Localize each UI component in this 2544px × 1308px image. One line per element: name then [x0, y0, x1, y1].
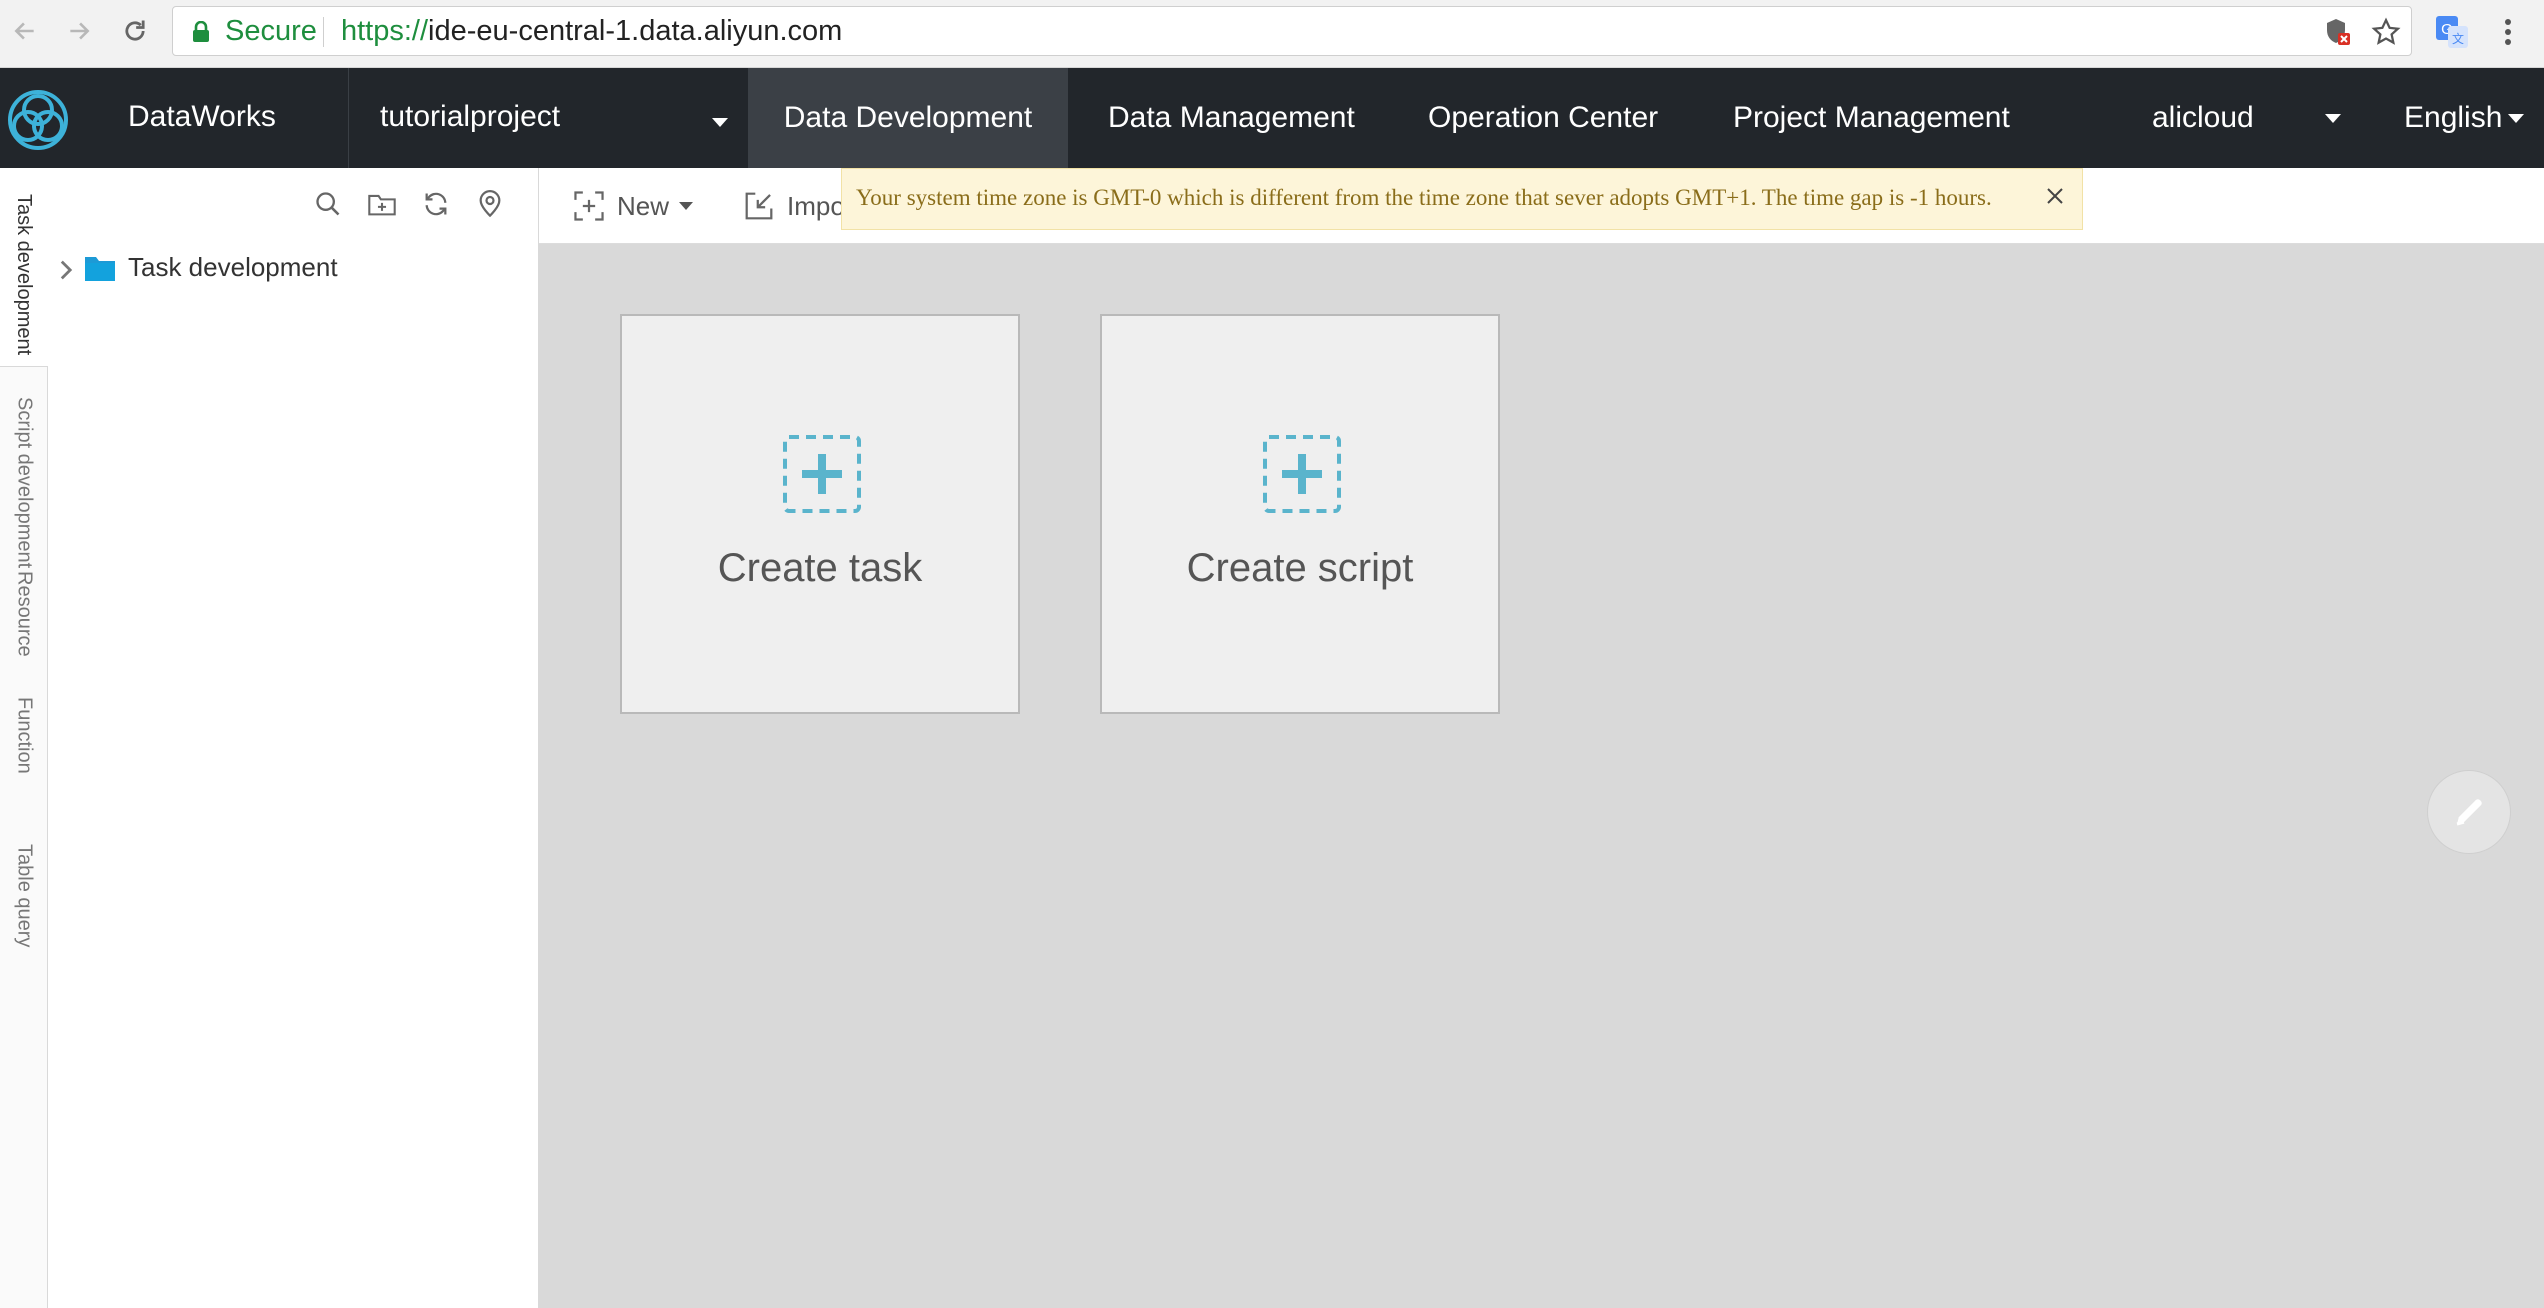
menu-data-management[interactable]: Data Management	[1108, 68, 1355, 168]
new-folder-icon[interactable]	[364, 186, 400, 222]
tree-node-task-development[interactable]: Task development	[48, 248, 538, 292]
rail-tab-task-development[interactable]: Task development	[0, 168, 48, 366]
user-name: alicloud	[2152, 101, 2254, 134]
rail-tab-label: Task development	[13, 194, 35, 356]
star-icon[interactable]	[2369, 15, 2403, 49]
menu-label: Operation Center	[1428, 101, 1659, 134]
rail-tab-label: Function	[13, 697, 36, 774]
menu-project-management[interactable]: Project Management	[1733, 68, 2010, 168]
app-header: DataWorks tutorialproject Data Developme…	[0, 68, 2544, 168]
secure-label: Secure	[225, 15, 317, 47]
menu-label: Data Management	[1108, 101, 1355, 134]
user-dropdown-icon[interactable]	[2325, 114, 2341, 123]
tree-node-label: Task development	[128, 252, 338, 282]
timezone-warning-text: Your system time zone is GMT-0 which is …	[856, 185, 1992, 210]
rail-tab-resource[interactable]: Resource	[0, 568, 48, 688]
rail-tab-label: Table query	[13, 844, 36, 948]
add-icon	[1263, 435, 1341, 513]
rail-tab-table-query[interactable]: Table query	[0, 844, 48, 984]
rail-tab-script-development[interactable]: Script development	[0, 366, 48, 569]
blocked-popup-icon[interactable]	[2321, 15, 2355, 49]
url-text[interactable]: https://ide-eu-central-1.data.aliyun.com	[341, 15, 842, 48]
workspace-canvas: Create task Create script	[539, 244, 2544, 1308]
add-icon	[783, 435, 861, 513]
menu-label: Project Management	[1733, 101, 2010, 134]
rail-tab-label: Script development	[13, 397, 36, 569]
close-icon[interactable]	[2042, 183, 2068, 209]
back-icon[interactable]	[6, 12, 44, 50]
new-icon	[574, 191, 604, 221]
language-dropdown-icon[interactable]	[2508, 114, 2524, 123]
menu-operation-center[interactable]: Operation Center	[1428, 68, 1658, 168]
language-selector[interactable]: English	[2404, 68, 2502, 168]
import-button-label: Impo	[787, 190, 845, 221]
project-selector[interactable]: tutorialproject	[380, 100, 560, 134]
new-button-label: New	[617, 190, 670, 221]
dataworks-logo-icon[interactable]	[6, 88, 70, 152]
timezone-warning: Your system time zone is GMT-0 which is …	[841, 168, 2083, 230]
create-script-card[interactable]: Create script	[1100, 314, 1500, 714]
url-scheme: https://	[341, 15, 429, 47]
folder-icon	[84, 254, 116, 287]
user-menu[interactable]: alicloud	[2152, 68, 2254, 168]
rail-tab-function[interactable]: Function	[0, 694, 48, 814]
new-button[interactable]: New	[573, 186, 694, 226]
import-button[interactable]: Impo	[743, 186, 845, 226]
edit-fab-button[interactable]	[2427, 770, 2511, 854]
refresh-icon[interactable]	[418, 186, 454, 222]
forward-icon[interactable]	[60, 12, 98, 50]
new-dropdown-icon	[679, 202, 694, 210]
task-tree-panel: Task development	[48, 168, 539, 1308]
create-script-label: Create script	[1186, 546, 1414, 590]
svg-text:文: 文	[2452, 31, 2464, 46]
search-icon[interactable]	[310, 186, 346, 222]
import-icon	[745, 192, 773, 220]
header-divider	[348, 68, 349, 168]
address-divider	[323, 17, 324, 47]
menu-label: Data Development	[783, 101, 1033, 134]
language-label: English	[2404, 101, 2503, 134]
url-host: ide-eu-central-1.data.aliyun.com	[428, 15, 843, 47]
create-task-card[interactable]: Create task	[620, 314, 1020, 714]
lock-icon	[191, 20, 211, 48]
chevron-right-icon[interactable]	[56, 256, 76, 289]
browser-menu-icon[interactable]	[2488, 12, 2528, 52]
create-task-label: Create task	[717, 546, 923, 590]
locate-icon[interactable]	[472, 186, 508, 222]
address-bar[interactable]: Secure https://ide-eu-central-1.data.ali…	[172, 6, 2412, 56]
menu-data-development[interactable]: Data Development	[748, 68, 1068, 168]
brand-name[interactable]: DataWorks	[128, 100, 276, 134]
pencil-icon	[2456, 799, 2482, 826]
rail-tab-label: Resource	[13, 571, 36, 657]
project-dropdown-icon[interactable]	[712, 118, 728, 127]
reload-icon[interactable]	[116, 12, 154, 50]
browser-chrome: Secure https://ide-eu-central-1.data.ali…	[0, 0, 2544, 68]
left-rail: Task development Script development Reso…	[0, 168, 48, 1308]
translate-extension-icon[interactable]: G文	[2432, 12, 2472, 52]
